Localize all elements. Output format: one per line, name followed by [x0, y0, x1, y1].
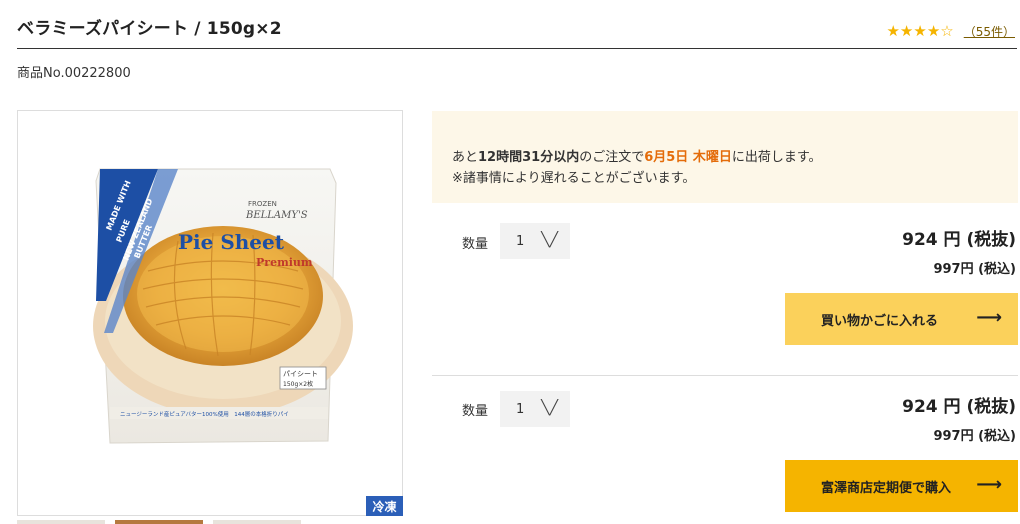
quantity-value: 1: [516, 401, 525, 417]
package-frozen-text: FROZEN: [248, 200, 277, 208]
product-image[interactable]: MADE WITH PURE NEW ZEALAND BUTTER FROZEN…: [17, 110, 403, 516]
purchase-option-subscription: 数量 1 ╲╱ 924 円 (税抜) 997円 (税込) 富澤商店定期便で購入 …: [432, 391, 1018, 516]
image-thumbnails: [17, 520, 301, 524]
shipping-suffix: に出荷します。: [731, 150, 822, 165]
quantity-select[interactable]: 1 ╲╱: [500, 223, 570, 259]
price-excluding-tax: 924 円 (税抜): [902, 230, 1016, 250]
price-excluding-tax: 924 円 (税抜): [902, 397, 1016, 417]
title-divider: [17, 48, 1017, 49]
package-box-line1: パイシート: [283, 370, 318, 378]
star-icon: ★: [913, 22, 927, 40]
package-box-line2: 150g×2枚: [283, 380, 313, 388]
chevron-down-icon: ╲╱: [541, 400, 558, 416]
star-empty-icon: ☆: [940, 22, 954, 40]
thumbnail[interactable]: [17, 520, 105, 524]
quantity-value: 1: [516, 233, 525, 249]
quantity-label: 数量: [462, 404, 489, 419]
package-brand-text: BELLAMY'S: [245, 210, 308, 221]
shipping-mid: のご注文で: [579, 150, 645, 165]
package-footer-text: ニュージーランド産ピュアバター100%使用 144層の本格折りパイ: [120, 410, 289, 418]
star-icon: ★: [886, 22, 900, 40]
subscription-purchase-button[interactable]: 富澤商店定期便で購入 ⟶: [785, 460, 1018, 512]
shipping-message: あと12時間31分以内のご注文で6月5日 木曜日に出荷します。: [452, 147, 998, 168]
package-name-text: Pie Sheet: [178, 230, 285, 254]
add-to-cart-button[interactable]: 買い物かごに入れる ⟶: [785, 293, 1018, 345]
shipping-date: 6月5日 木曜日: [644, 150, 732, 165]
shipping-prefix: あと: [452, 150, 479, 165]
star-icon: ★: [926, 22, 941, 40]
product-number: 商品No.00222800: [17, 66, 131, 81]
section-divider: [432, 375, 1018, 376]
pie-sheet-package-image: MADE WITH PURE NEW ZEALAND BUTTER FROZEN…: [93, 168, 353, 444]
subscription-purchase-label: 富澤商店定期便で購入: [821, 480, 952, 496]
star-icon: ★: [899, 22, 914, 40]
quantity-select[interactable]: 1 ╲╱: [500, 391, 570, 427]
shipping-note: ※諸事情により遅れることがございます。: [452, 171, 696, 186]
product-title: ベラミーズパイシート / 150g×2: [17, 19, 282, 39]
price-including-tax: 997円 (税込): [933, 429, 1016, 444]
shipping-time-left: 12時間31分以内: [478, 150, 580, 165]
arrow-right-icon: ⟶: [976, 307, 1002, 328]
chevron-down-icon: ╲╱: [541, 232, 558, 248]
shipping-notice: あと12時間31分以内のご注文で6月5日 木曜日に出荷します。 ※諸事情により遅…: [432, 111, 1018, 203]
quantity-label: 数量: [462, 237, 489, 252]
price-including-tax: 997円 (税込): [933, 262, 1016, 277]
add-to-cart-label: 買い物かごに入れる: [821, 313, 939, 329]
thumbnail[interactable]: [115, 520, 203, 524]
purchase-option-regular: 数量 1 ╲╱ 924 円 (税抜) 997円 (税込) 買い物かごに入れる ⟶: [432, 222, 1018, 347]
frozen-badge: 冷凍: [366, 496, 403, 516]
rating-stars: ★★★★☆: [886, 22, 953, 40]
thumbnail[interactable]: [213, 520, 301, 524]
package-variant-text: Premium: [256, 256, 313, 269]
arrow-right-icon: ⟶: [976, 474, 1002, 495]
review-count-link[interactable]: （55件）: [964, 23, 1015, 40]
rating: ★★★★☆ （55件）: [886, 22, 1015, 40]
